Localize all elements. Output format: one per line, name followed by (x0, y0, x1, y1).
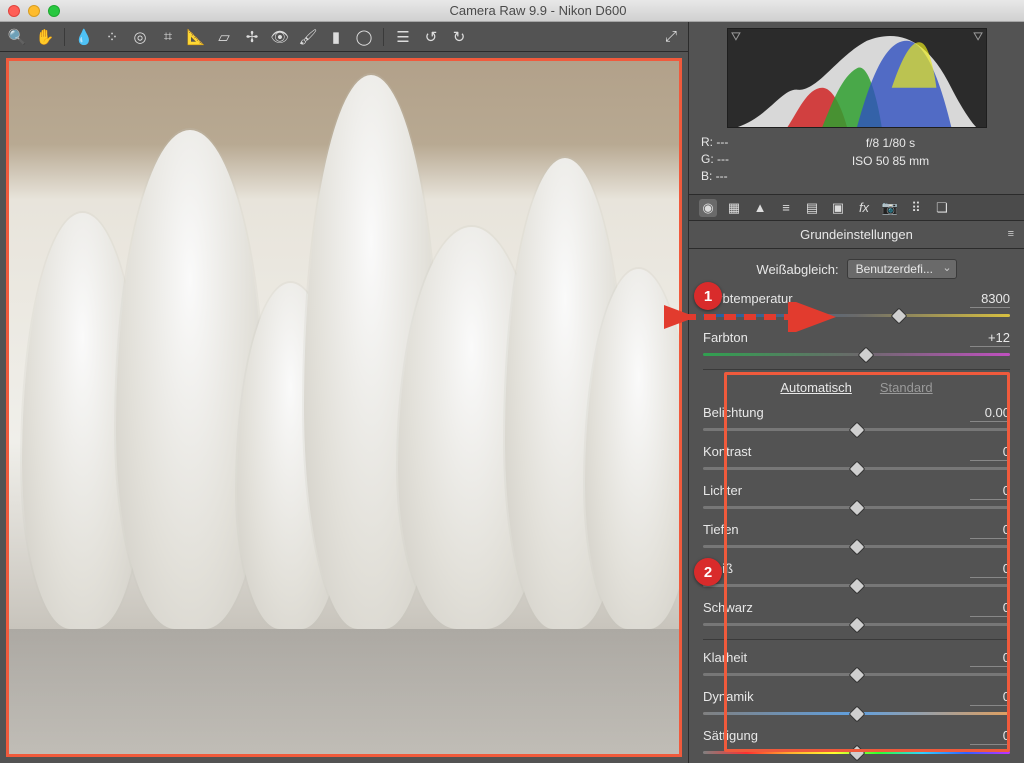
window-controls (8, 5, 60, 17)
value-contrast[interactable]: 0 (970, 444, 1010, 461)
radial-filter-icon[interactable]: ◯ (355, 28, 373, 46)
toolbar: 🔍 ✋ 💧 ⁘ ◎ ⌗ 📐 ▱ ✢ 👁 🖌 ▮ ◯ ☰ ↺ ↻ ⤢ (0, 22, 688, 52)
slider-blacks[interactable] (703, 619, 1010, 629)
hand-tool-icon[interactable]: ✋ (36, 28, 54, 46)
label-clarity: Klarheit (703, 650, 747, 667)
value-exposure[interactable]: 0.00 (970, 405, 1010, 422)
tab-detail[interactable]: ▲ (751, 199, 769, 217)
label-blacks: Schwarz (703, 600, 753, 617)
straighten-tool-icon[interactable]: 📐 (187, 28, 205, 46)
label-highlights: Lichter (703, 483, 742, 500)
auto-button[interactable]: Automatisch (780, 380, 852, 395)
adjust-brush-icon[interactable]: 🖌 (299, 28, 317, 46)
readout-g: G: --- (701, 151, 759, 168)
tab-camera[interactable]: 📷 (881, 199, 899, 217)
grad-filter-icon[interactable]: ▮ (327, 28, 345, 46)
rotate-cw-icon[interactable]: ↻ (450, 28, 468, 46)
slider-highlights[interactable] (703, 502, 1010, 512)
slider-exposure[interactable] (703, 424, 1010, 434)
crop-tool-icon[interactable]: ⌗ (159, 28, 177, 46)
spot-removal-icon[interactable]: ✢ (243, 28, 261, 46)
label-vibrance: Dynamik (703, 689, 754, 706)
panel-title: Grundeinstellungen ≡ (689, 221, 1024, 249)
wb-label: Weißabgleich: (756, 262, 838, 277)
panel-menu-icon[interactable]: ≡ (1008, 228, 1014, 240)
tab-split[interactable]: ▤ (803, 199, 821, 217)
window-title: Camera Raw 9.9 - Nikon D600 (60, 3, 1016, 18)
slider-whites[interactable] (703, 580, 1010, 590)
eyedropper-wb-icon[interactable]: 💧 (75, 28, 93, 46)
slider-tint[interactable] (703, 349, 1010, 359)
readout-b: B: --- (701, 168, 759, 185)
label-contrast: Kontrast (703, 444, 751, 461)
value-clarity[interactable]: 0 (970, 650, 1010, 667)
value-highlights[interactable]: 0 (970, 483, 1010, 500)
color-sampler-icon[interactable]: ⁘ (103, 28, 121, 46)
window-titlebar: Camera Raw 9.9 - Nikon D600 (0, 0, 1024, 22)
slider-contrast[interactable] (703, 463, 1010, 473)
prefs-icon[interactable]: ☰ (394, 28, 412, 46)
value-shadows[interactable]: 0 (970, 522, 1010, 539)
redeye-tool-icon[interactable]: 👁 (271, 28, 289, 46)
value-vibrance[interactable]: 0 (970, 689, 1010, 706)
close-window-icon[interactable] (8, 5, 20, 17)
tab-presets[interactable]: ⠿ (907, 199, 925, 217)
annotation-badge-2: 2 (694, 558, 722, 586)
tab-lens[interactable]: ▣ (829, 199, 847, 217)
histogram[interactable] (727, 28, 987, 128)
slider-shadows[interactable] (703, 541, 1010, 551)
annotation-arrow (664, 302, 844, 332)
readout-r: R: --- (701, 134, 759, 151)
wb-preset-dropdown[interactable]: Benutzerdefi... (847, 259, 957, 279)
tab-snapshots[interactable]: ❏ (933, 199, 951, 217)
fullscreen-icon[interactable]: ⤢ (662, 28, 680, 46)
label-shadows: Tiefen (703, 522, 739, 539)
value-temperature[interactable]: 8300 (970, 291, 1010, 308)
slider-saturation[interactable] (703, 747, 1010, 757)
tab-hsl[interactable]: ≡ (777, 199, 795, 217)
value-whites[interactable]: 0 (970, 561, 1010, 578)
label-saturation: Sättigung (703, 728, 758, 745)
tab-fx[interactable]: fx (855, 199, 873, 217)
right-panel: R: --- G: --- B: --- f/8 1/80 s ISO 50 8… (688, 22, 1024, 763)
zoom-tool-icon[interactable]: 🔍 (8, 28, 26, 46)
label-exposure: Belichtung (703, 405, 764, 422)
slider-clarity[interactable] (703, 669, 1010, 679)
standard-button[interactable]: Standard (880, 380, 933, 395)
minimize-window-icon[interactable] (28, 5, 40, 17)
transform-tool-icon[interactable]: ▱ (215, 28, 233, 46)
slider-vibrance[interactable] (703, 708, 1010, 718)
annotation-badge-1: 1 (694, 282, 722, 310)
left-panel: 🔍 ✋ 💧 ⁘ ◎ ⌗ 📐 ▱ ✢ 👁 🖌 ▮ ◯ ☰ ↺ ↻ ⤢ (0, 22, 688, 763)
value-tint[interactable]: +12 (970, 330, 1010, 347)
camera-info: R: --- G: --- B: --- f/8 1/80 s ISO 50 8… (689, 128, 1024, 195)
tab-basic[interactable]: ◉ (699, 199, 717, 217)
value-saturation[interactable]: 0 (970, 728, 1010, 745)
image-preview[interactable] (6, 58, 682, 757)
tab-curve[interactable]: ▦ (725, 199, 743, 217)
zoom-window-icon[interactable] (48, 5, 60, 17)
rotate-ccw-icon[interactable]: ↺ (422, 28, 440, 46)
value-blacks[interactable]: 0 (970, 600, 1010, 617)
target-adjust-icon[interactable]: ◎ (131, 28, 149, 46)
aperture-shutter: f/8 1/80 s (769, 134, 1012, 152)
panel-tabs: ◉ ▦ ▲ ≡ ▤ ▣ fx 📷 ⠿ ❏ (689, 195, 1024, 221)
iso-focal: ISO 50 85 mm (769, 152, 1012, 170)
label-tint: Farbton (703, 330, 748, 347)
